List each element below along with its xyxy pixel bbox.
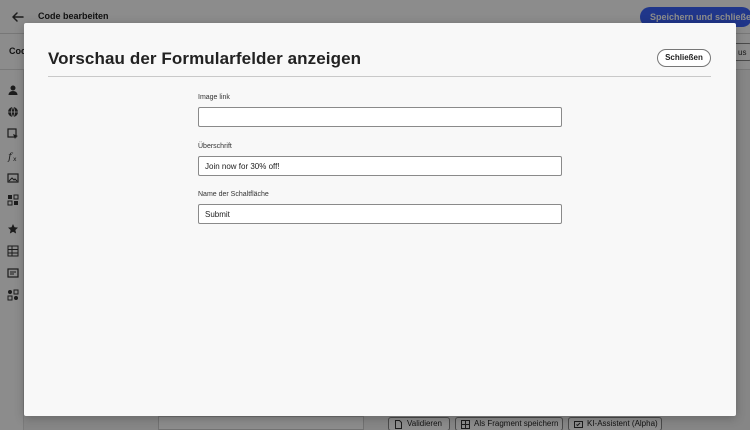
- image-link-input[interactable]: [198, 107, 562, 127]
- close-button[interactable]: Schließen: [657, 49, 711, 67]
- button-name-input[interactable]: [198, 204, 562, 224]
- headline-input[interactable]: [198, 156, 562, 176]
- field-image-link: Image link: [198, 94, 562, 127]
- headline-label: Überschrift: [198, 143, 232, 150]
- preview-form-fields-dialog: Vorschau der Formularfelder anzeigen Sch…: [24, 23, 736, 416]
- dialog-divider: [48, 76, 711, 77]
- button-name-label: Name der Schaltfläche: [198, 191, 269, 198]
- image-link-label: Image link: [198, 94, 230, 101]
- field-headline: Überschrift: [198, 143, 562, 176]
- dialog-title: Vorschau der Formularfelder anzeigen: [48, 49, 362, 68]
- field-button-name: Name der Schaltfläche: [198, 191, 562, 224]
